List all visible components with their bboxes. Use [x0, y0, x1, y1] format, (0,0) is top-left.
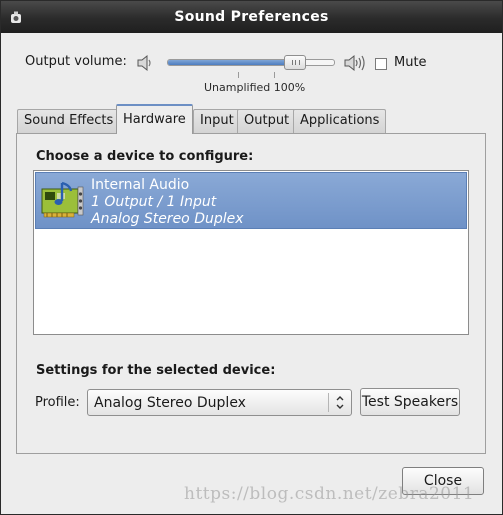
sound-preferences-window: Sound Preferences Output volume: Unampli… — [0, 0, 503, 515]
tab-hardware[interactable]: Hardware — [116, 104, 193, 134]
output-volume-label: Output volume: — [25, 54, 127, 69]
profile-select-value: Analog Stereo Duplex — [94, 395, 246, 411]
tab-applications[interactable]: Applications — [293, 109, 387, 133]
device-profile-summary: Analog Stereo Duplex — [91, 211, 244, 227]
tab-input[interactable]: Input — [193, 109, 241, 133]
slider-tick — [238, 72, 239, 78]
speaker-high-icon — [344, 54, 365, 72]
watermark-text: https://blog.csdn.net/zebra2011 — [184, 484, 475, 504]
device-settings-heading: Settings for the selected device: — [36, 363, 276, 378]
title-bar[interactable]: Sound Preferences — [1, 1, 502, 33]
up-down-chevron-icon — [336, 396, 344, 409]
speaker-low-icon — [137, 54, 151, 72]
device-row-internal-audio[interactable]: Internal Audio 1 Output / 1 Input Analog… — [35, 172, 467, 229]
slider-tick — [274, 72, 275, 78]
unamplified-marker-label: Unamplified 100% — [204, 81, 306, 94]
test-speakers-button[interactable]: Test Speakers — [360, 388, 460, 416]
window-title: Sound Preferences — [174, 9, 329, 25]
device-name: Internal Audio — [91, 177, 190, 193]
device-list[interactable]: Internal Audio 1 Output / 1 Input Analog… — [33, 170, 469, 335]
volume-level-fill — [168, 60, 296, 65]
profile-label: Profile: — [35, 395, 80, 410]
output-volume-slider[interactable] — [167, 59, 335, 66]
sound-card-icon — [41, 181, 84, 218]
device-io-summary: 1 Output / 1 Input — [91, 194, 217, 210]
tab-sound-effects[interactable]: Sound Effects — [17, 109, 121, 133]
volume-slider-handle[interactable] — [284, 55, 306, 70]
choose-device-heading: Choose a device to configure: — [36, 149, 254, 164]
mute-label[interactable]: Mute — [394, 55, 427, 70]
tab-output[interactable]: Output — [237, 109, 297, 133]
mute-checkbox[interactable] — [375, 58, 387, 70]
profile-select[interactable]: Analog Stereo Duplex — [87, 389, 352, 416]
select-separator — [328, 393, 329, 412]
